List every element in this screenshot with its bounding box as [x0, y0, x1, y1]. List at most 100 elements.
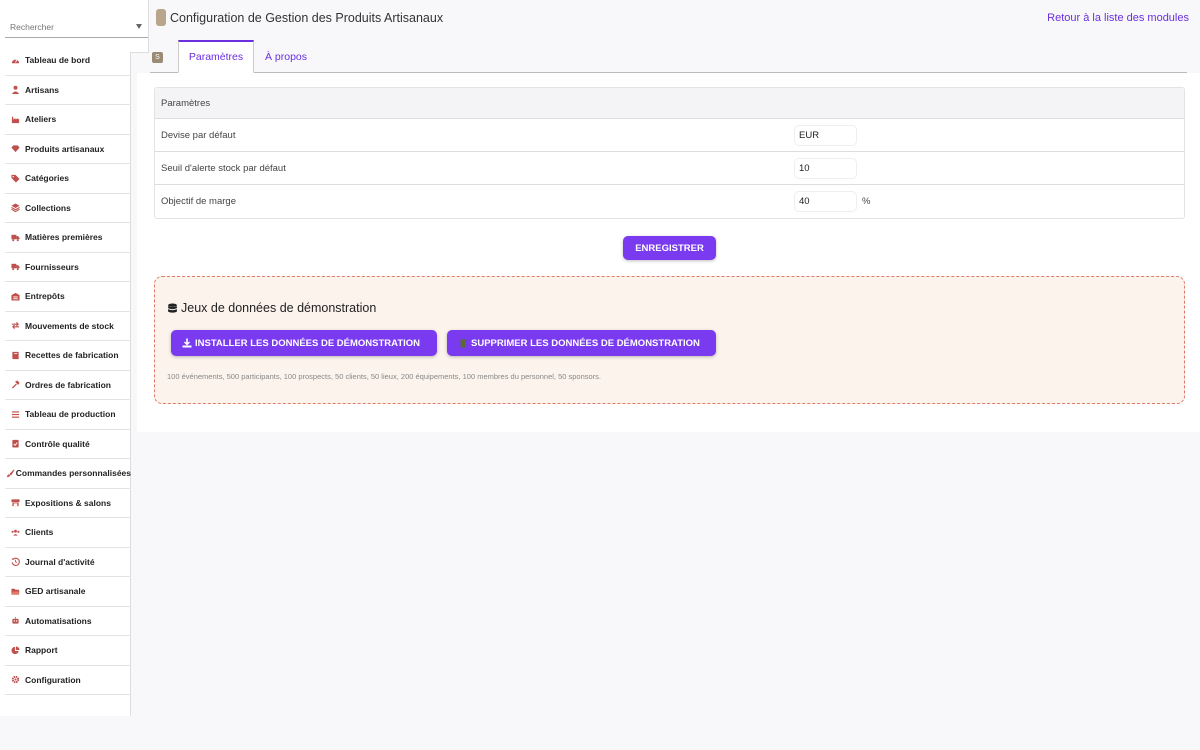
- robot-icon: [5, 616, 25, 625]
- sidebar-item-commandes-personnalisees[interactable]: Commandes personnalisées: [5, 459, 131, 489]
- history-icon: [5, 557, 25, 567]
- sidebar-item-label: GED artisanale: [25, 586, 86, 597]
- sidebar-item-categories[interactable]: Catégories: [5, 164, 131, 194]
- sidebar-item-expositions-salons[interactable]: Expositions & salons: [5, 489, 131, 518]
- sidebar-item-controle-qualite[interactable]: Contrôle qualité: [5, 430, 131, 459]
- delete-demo-button[interactable]: SUPPRIMER LES DONNÉES DE DÉMONSTRATION: [447, 330, 716, 356]
- trash-icon: [459, 339, 467, 348]
- sidebar-item-produits-artisanaux[interactable]: Produits artisanaux: [5, 135, 131, 164]
- sidebar-item-recettes-de-fabrication[interactable]: Recettes de fabrication: [5, 341, 131, 371]
- gauge-icon: [5, 56, 25, 65]
- sidebar: Tableau de bord Artisans Ateliers Produi…: [0, 0, 148, 716]
- param-label: Seuil d'alerte stock par défaut: [161, 162, 286, 174]
- sidebar-item-label: Fournisseurs: [25, 261, 79, 272]
- user-icon: [5, 85, 25, 95]
- sidebar-item-label: Contrôle qualité: [25, 438, 90, 449]
- sidebar-item-label: Entrepôts: [25, 291, 65, 302]
- search-input[interactable]: [5, 16, 129, 37]
- factory-icon: [5, 115, 25, 124]
- sidebar-item-label: Artisans: [25, 84, 60, 95]
- demo-title: Jeux de données de démonstration: [167, 301, 376, 315]
- sidebar-item-label: Produits artisanaux: [25, 143, 105, 154]
- sidebar-item-label: Collections: [25, 202, 71, 213]
- sidebar-item-collections[interactable]: Collections: [5, 194, 131, 223]
- sidebar-item-entrepots[interactable]: Entrepôts: [5, 282, 131, 312]
- sidebar-item-configuration[interactable]: Configuration: [5, 666, 131, 695]
- search-box[interactable]: [5, 16, 148, 38]
- sidebar-item-label: Ateliers: [25, 114, 57, 125]
- table-row: Devise par défaut: [155, 119, 1184, 152]
- sidebar-item-ordres-de-fabrication[interactable]: Ordres de fabrication: [5, 371, 131, 400]
- sidebar-item-matieres-premieres[interactable]: Matières premières: [5, 223, 131, 253]
- sidebar-item-label: Expositions & salons: [25, 497, 111, 508]
- clipboard-check-icon: [5, 439, 25, 448]
- table-row: Objectif de marge %: [155, 185, 1184, 218]
- sidebar-item-ged-artisanale[interactable]: GED artisanale: [5, 577, 131, 607]
- save-button[interactable]: ENREGISTRER: [623, 236, 716, 260]
- pie-chart-icon: [5, 646, 25, 655]
- booth-icon: [5, 498, 25, 507]
- tab-parametres[interactable]: Paramètres: [178, 40, 254, 73]
- sidebar-item-fournisseurs[interactable]: Fournisseurs: [5, 253, 131, 282]
- layers-icon: [5, 203, 25, 213]
- sidebar-item-tableau-de-bord[interactable]: Tableau de bord: [5, 46, 131, 76]
- book-icon: [5, 351, 25, 360]
- param-label: Devise par défaut: [161, 129, 236, 141]
- gem-icon: [5, 144, 25, 153]
- params-table: Paramètres Devise par défaut Seuil d'ale…: [154, 87, 1185, 219]
- download-icon: [182, 338, 192, 348]
- tab-a-propos[interactable]: À propos: [258, 40, 314, 73]
- margin-target-field[interactable]: [794, 191, 857, 212]
- sidebar-item-label: Automatisations: [25, 615, 92, 626]
- database-icon: [168, 303, 177, 313]
- demo-title-text: Jeux de données de démonstration: [181, 301, 377, 315]
- percent-suffix: %: [862, 196, 871, 207]
- currency-field[interactable]: [794, 125, 857, 146]
- install-demo-label: INSTALLER LES DONNÉES DE DÉMONSTRATION: [195, 337, 421, 349]
- truck-loading-icon: [5, 233, 25, 242]
- sidebar-item-journal-activite[interactable]: Journal d'activité: [5, 548, 131, 577]
- demo-data-panel: Jeux de données de démonstration INSTALL…: [154, 276, 1185, 404]
- sidebar-item-label: Commandes personnalisées: [15, 468, 131, 479]
- params-header: Paramètres: [155, 88, 1184, 119]
- hammer-icon: [5, 380, 25, 389]
- sidebar-item-mouvements-de-stock[interactable]: Mouvements de stock: [5, 312, 131, 341]
- warehouse-icon: [5, 292, 25, 301]
- chevron-down-icon[interactable]: [136, 24, 142, 29]
- list-icon: [5, 410, 25, 419]
- gear-icon: [5, 675, 25, 684]
- folder-open-icon: [5, 587, 25, 596]
- sidebar-item-label: Tableau de production: [25, 409, 116, 420]
- main-panel: Paramètres Devise par défaut Seuil d'ale…: [137, 73, 1200, 432]
- sidebar-item-artisans[interactable]: Artisans: [5, 76, 131, 105]
- sidebar-item-label: Recettes de fabrication: [25, 350, 119, 361]
- sidebar-item-label: Matières premières: [25, 232, 103, 243]
- sidebar-item-label: Clients: [25, 527, 54, 538]
- sidebar-menu: Tableau de bord Artisans Ateliers Produi…: [5, 46, 131, 695]
- sidebar-item-label: Tableau de bord: [25, 55, 91, 66]
- delete-demo-label: SUPPRIMER LES DONNÉES DE DÉMONSTRATION: [471, 337, 700, 349]
- back-to-modules-link[interactable]: Retour à la liste des modules: [1047, 12, 1189, 24]
- sidebar-item-rapport[interactable]: Rapport: [5, 636, 131, 666]
- page-title: Configuration de Gestion des Produits Ar…: [170, 11, 444, 25]
- tags-icon: [5, 174, 25, 183]
- table-row: Seuil d'alerte stock par défaut: [155, 152, 1184, 185]
- sidebar-item-automatisations[interactable]: Automatisations: [5, 607, 131, 636]
- stock-threshold-field[interactable]: [794, 158, 857, 179]
- module-icon: [156, 9, 166, 26]
- sidebar-item-label: Rapport: [25, 645, 58, 656]
- exchange-icon: [5, 321, 25, 330]
- module-tab-icon: S: [152, 52, 163, 63]
- sidebar-item-label: Journal d'activité: [25, 556, 95, 567]
- demo-description: 100 événements, 500 participants, 100 pr…: [167, 372, 602, 381]
- sidebar-item-clients[interactable]: Clients: [5, 518, 131, 548]
- truck-icon: [5, 262, 25, 271]
- sidebar-item-label: Configuration: [25, 674, 81, 685]
- sidebar-item-tableau-de-production[interactable]: Tableau de production: [5, 400, 131, 430]
- sidebar-item-label: Ordres de fabrication: [25, 379, 111, 390]
- sidebar-item-label: Catégories: [25, 173, 69, 184]
- sidebar-item-label: Mouvements de stock: [25, 320, 114, 331]
- sidebar-item-ateliers[interactable]: Ateliers: [5, 105, 131, 135]
- param-label: Objectif de marge: [161, 196, 236, 207]
- install-demo-button[interactable]: INSTALLER LES DONNÉES DE DÉMONSTRATION: [171, 330, 437, 356]
